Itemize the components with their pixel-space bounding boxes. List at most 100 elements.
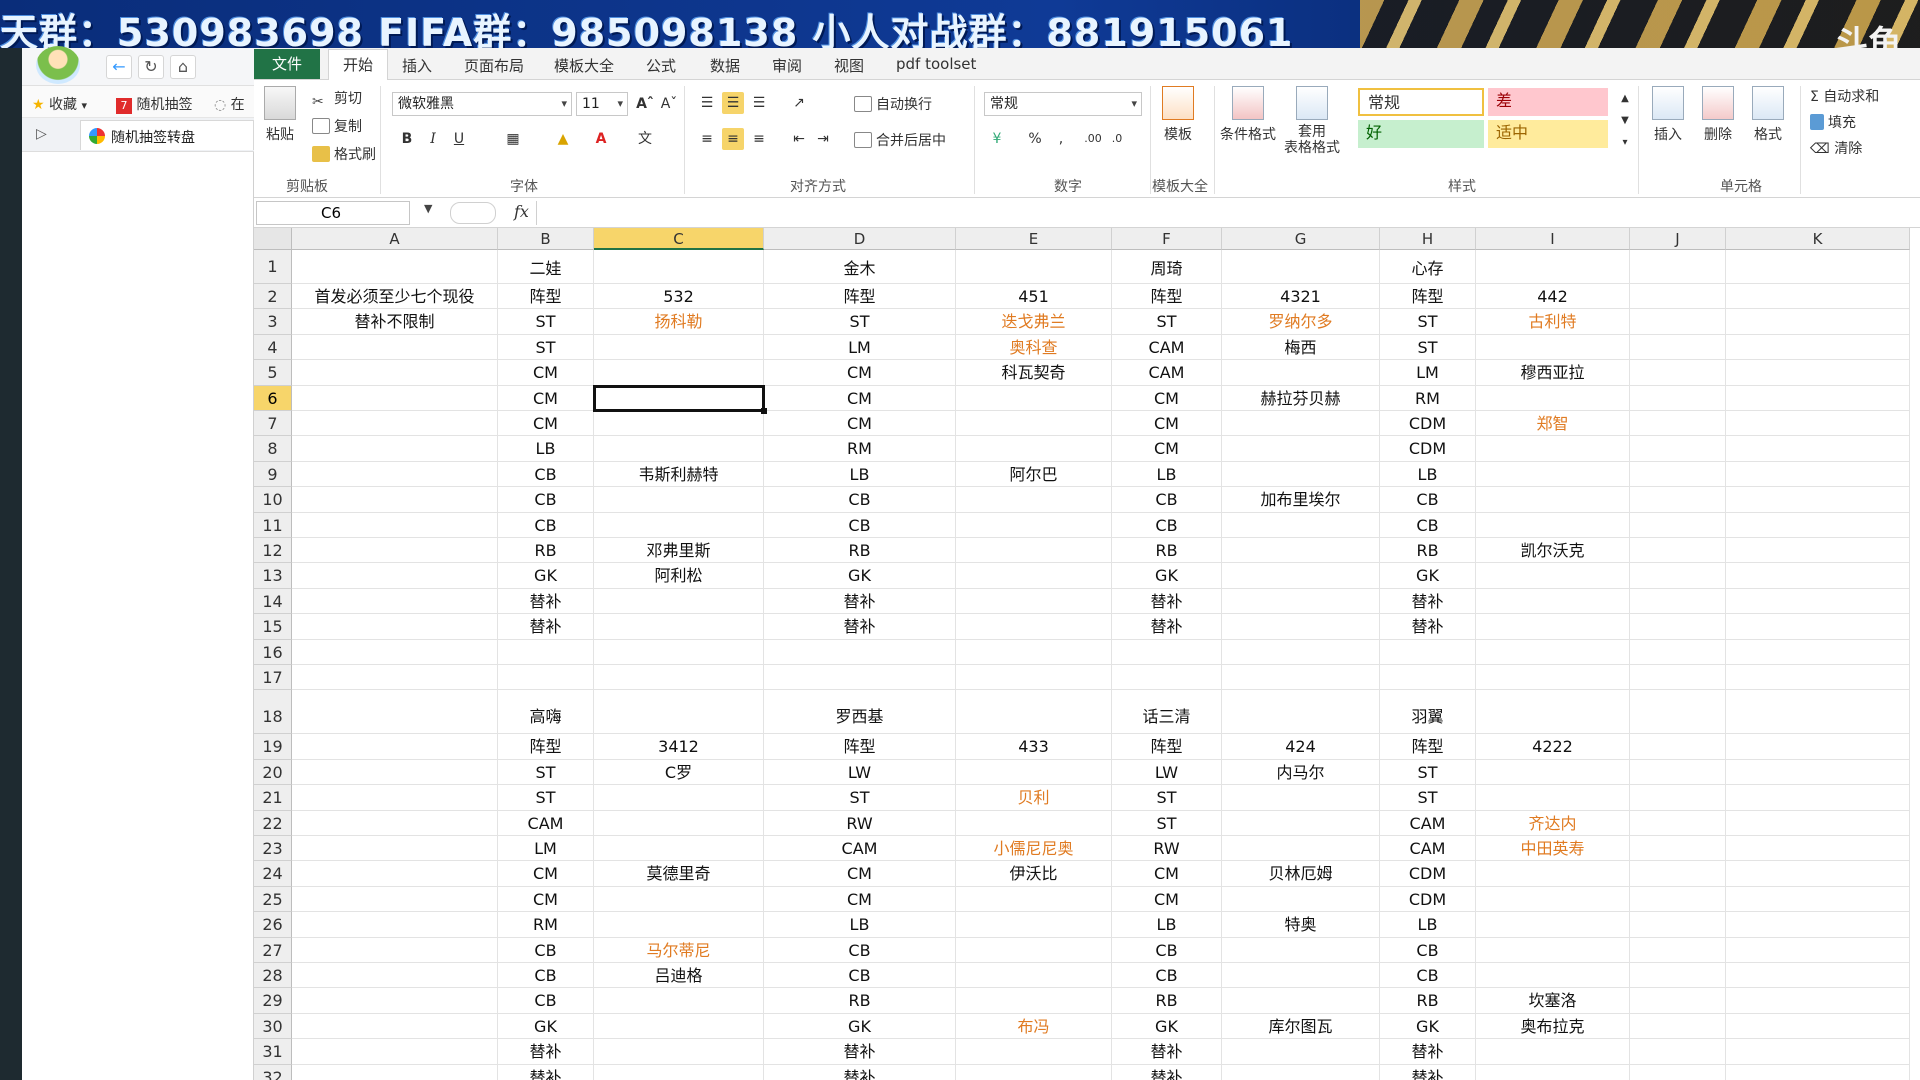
cell-g3[interactable]: 罗纳尔多 [1222, 309, 1380, 335]
row-header[interactable]: 26 [254, 912, 292, 938]
align-middle-icon[interactable]: ☰ [722, 92, 744, 114]
cell-a13[interactable] [292, 563, 498, 589]
tab-pdf-toolset[interactable]: pdf toolset [896, 55, 976, 73]
name-box-dropdown-icon[interactable]: ▼ [424, 202, 432, 215]
cell-j3[interactable] [1630, 309, 1726, 335]
cell-c32[interactable] [594, 1064, 764, 1080]
cell-c6[interactable] [594, 385, 764, 411]
cell-c21[interactable] [594, 785, 764, 811]
row-header[interactable]: 15 [254, 614, 292, 640]
row-header[interactable]: 23 [254, 836, 292, 862]
cell-h28[interactable]: CB [1380, 963, 1476, 989]
cell-f4[interactable]: CAM [1112, 334, 1222, 361]
column-header-i[interactable]: I [1476, 228, 1630, 250]
comma-icon[interactable]: , [1050, 128, 1072, 150]
cell-k23[interactable] [1726, 836, 1910, 862]
cell-b30[interactable]: GK [498, 1013, 594, 1040]
cell-e12[interactable] [956, 538, 1112, 564]
cell-i14[interactable] [1476, 588, 1630, 615]
cell-c14[interactable] [594, 588, 764, 615]
cell-c3[interactable]: 扬科勒 [594, 309, 764, 335]
cell-g18[interactable] [1222, 690, 1380, 735]
avatar[interactable] [36, 46, 80, 84]
cell-f5[interactable]: CAM [1112, 360, 1222, 386]
cell-b7[interactable]: CM [498, 411, 594, 437]
cell-h21[interactable]: ST [1380, 785, 1476, 811]
cell-g10[interactable]: 加布里埃尔 [1222, 487, 1380, 513]
cell-b3[interactable]: ST [498, 309, 594, 335]
cell-i21[interactable] [1476, 785, 1630, 811]
cell-a1[interactable] [292, 250, 498, 284]
cell-i17[interactable] [1476, 665, 1630, 691]
cell-d9[interactable]: LB [764, 461, 956, 488]
cell-j18[interactable] [1630, 690, 1726, 735]
cell-d25[interactable]: CM [764, 886, 956, 913]
cell-b6[interactable]: CM [498, 385, 594, 411]
row-header[interactable]: 3 [254, 309, 292, 335]
table-format-button[interactable]: 套用 表格格式 [1284, 86, 1340, 156]
cell-i28[interactable] [1476, 963, 1630, 989]
column-header-b[interactable]: B [498, 228, 594, 250]
cell-b14[interactable]: 替补 [498, 588, 594, 615]
cell-k7[interactable] [1726, 411, 1910, 437]
column-header-h[interactable]: H [1380, 228, 1476, 250]
cell-g20[interactable]: 内马尔 [1222, 759, 1380, 786]
cell-j32[interactable] [1630, 1064, 1726, 1080]
row-header[interactable]: 7 [254, 411, 292, 437]
styles-scroll-down-icon[interactable]: ▼ [1614, 110, 1636, 132]
row-header[interactable]: 30 [254, 1013, 292, 1040]
cell-f24[interactable]: CM [1112, 861, 1222, 887]
cell-j16[interactable] [1630, 639, 1726, 665]
align-left-icon[interactable]: ≡ [696, 128, 718, 150]
cell-e16[interactable] [956, 639, 1112, 665]
cell-j22[interactable] [1630, 810, 1726, 836]
tab-insert[interactable]: 插入 [402, 55, 432, 76]
cell-j9[interactable] [1630, 461, 1726, 488]
cell-b31[interactable]: 替补 [498, 1039, 594, 1065]
browser-tab[interactable]: 随机抽签转盘 [80, 120, 254, 150]
cell-c5[interactable] [594, 360, 764, 386]
cell-h7[interactable]: CDM [1380, 411, 1476, 437]
row-header[interactable]: 24 [254, 861, 292, 887]
insert-cells-button[interactable]: 插入 [1652, 86, 1684, 144]
row-header[interactable]: 28 [254, 963, 292, 989]
cell-b16[interactable] [498, 639, 594, 665]
cell-e10[interactable] [956, 487, 1112, 513]
tab-review[interactable]: 审阅 [772, 55, 802, 76]
cell-f25[interactable]: CM [1112, 886, 1222, 913]
cell-i11[interactable] [1476, 512, 1630, 538]
cell-c1[interactable] [594, 250, 764, 284]
cell-b19[interactable]: 阵型 [498, 734, 594, 760]
row-header[interactable]: 29 [254, 988, 292, 1014]
cell-k28[interactable] [1726, 963, 1910, 989]
cell-k4[interactable] [1726, 334, 1910, 361]
row-header[interactable]: 1 [254, 250, 292, 284]
percent-icon[interactable]: % [1024, 128, 1046, 150]
cell-c11[interactable] [594, 512, 764, 538]
cell-e30[interactable]: 布冯 [956, 1013, 1112, 1040]
cell-d4[interactable]: LM [764, 334, 956, 361]
cell-e14[interactable] [956, 588, 1112, 615]
cell-j5[interactable] [1630, 360, 1726, 386]
cell-f1[interactable]: 周琦 [1112, 250, 1222, 284]
cell-k27[interactable] [1726, 937, 1910, 963]
merge-center-button[interactable]: 合并后居中 [854, 130, 946, 150]
cell-a25[interactable] [292, 886, 498, 913]
copy-button[interactable]: 复制 [312, 116, 362, 136]
cell-k2[interactable] [1726, 284, 1910, 310]
row-header[interactable]: 9 [254, 461, 292, 488]
cell-a29[interactable] [292, 988, 498, 1014]
cell-i20[interactable] [1476, 759, 1630, 786]
cell-e27[interactable] [956, 937, 1112, 963]
cell-b20[interactable]: ST [498, 759, 594, 786]
fill-button[interactable]: 填充 [1810, 112, 1856, 132]
cell-b25[interactable]: CM [498, 886, 594, 913]
cell-g32[interactable] [1222, 1064, 1380, 1080]
row-header[interactable]: 27 [254, 937, 292, 963]
cell-i13[interactable] [1476, 563, 1630, 589]
cell-k14[interactable] [1726, 588, 1910, 615]
row-header[interactable]: 12 [254, 538, 292, 564]
cell-c22[interactable] [594, 810, 764, 836]
cell-k32[interactable] [1726, 1064, 1910, 1080]
cell-d13[interactable]: GK [764, 563, 956, 589]
